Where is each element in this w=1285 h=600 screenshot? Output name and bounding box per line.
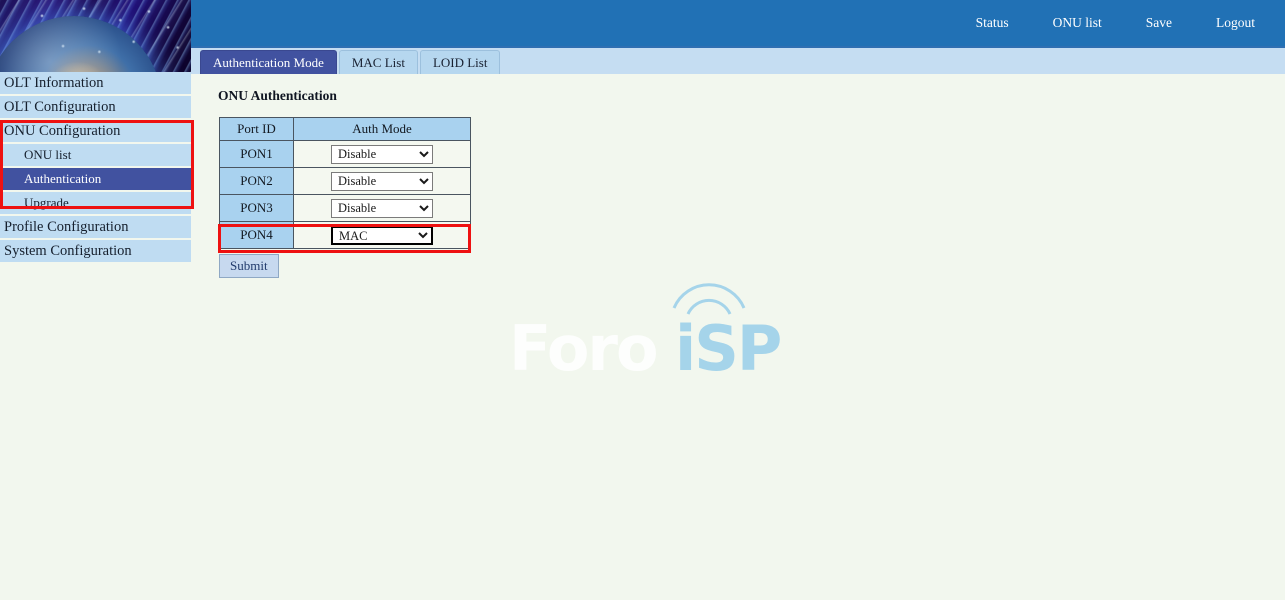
content-area: Authentication Mode MAC List LOID List F… — [191, 46, 1285, 600]
cell-port-pon3: PON3 — [220, 195, 294, 222]
watermark-text-isp: iSP — [675, 312, 780, 385]
nav-save[interactable]: Save — [1136, 15, 1182, 31]
page-title: ONU Authentication — [218, 88, 1285, 104]
table-row: PON1 Disable — [220, 141, 471, 168]
submit-button[interactable]: Submit — [219, 254, 279, 278]
sidebar-item-system-configuration[interactable]: System Configuration — [0, 240, 191, 262]
sidebar-item-profile-configuration[interactable]: Profile Configuration — [0, 216, 191, 238]
nav-onu-list[interactable]: ONU list — [1043, 15, 1112, 31]
sidebar-item-onu-configuration[interactable]: ONU Configuration — [0, 120, 191, 142]
sidebar-item-onu-list[interactable]: ONU list — [0, 144, 191, 166]
tab-loid-list[interactable]: LOID List — [420, 50, 501, 74]
authentication-panel: Foro iSP ONU Authentication Port ID Auth… — [191, 74, 1285, 278]
brand-banner-image — [0, 0, 191, 72]
table-row: PON4 MAC — [220, 222, 471, 249]
foroisp-watermark: Foro iSP — [509, 274, 789, 384]
cell-port-pon4: PON4 — [220, 222, 294, 249]
wifi-arcs-icon — [664, 274, 754, 324]
table-row: PON2 Disable — [220, 168, 471, 195]
cell-mode-pon3: Disable — [294, 195, 471, 222]
cell-port-pon1: PON1 — [220, 141, 294, 168]
sidebar-item-olt-configuration[interactable]: OLT Configuration — [0, 96, 191, 118]
sidebar-item-authentication[interactable]: Authentication — [0, 168, 191, 190]
auth-mode-table: Port ID Auth Mode PON1 Disable — [219, 117, 471, 249]
tab-authentication-mode[interactable]: Authentication Mode — [200, 50, 337, 74]
cell-mode-pon4: MAC — [294, 222, 471, 249]
table-row: PON3 Disable — [220, 195, 471, 222]
top-header-bar: Status ONU list Save Logout — [191, 0, 1285, 46]
cell-mode-pon1: Disable — [294, 141, 471, 168]
column-header-port-id: Port ID — [220, 118, 294, 141]
auth-mode-select-pon4[interactable]: MAC — [331, 226, 433, 245]
auth-mode-select-pon3[interactable]: Disable — [331, 199, 433, 218]
tab-bar: Authentication Mode MAC List LOID List — [191, 46, 1285, 74]
nav-logout[interactable]: Logout — [1206, 15, 1265, 31]
cell-port-pon2: PON2 — [220, 168, 294, 195]
table-header-row: Port ID Auth Mode — [220, 118, 471, 141]
auth-mode-select-pon1[interactable]: Disable — [331, 145, 433, 164]
watermark-text-foro: Foro — [509, 312, 657, 385]
cell-mode-pon2: Disable — [294, 168, 471, 195]
sidebar-menu: OLT Information OLT Configuration ONU Co… — [0, 72, 191, 600]
auth-mode-select-pon2[interactable]: Disable — [331, 172, 433, 191]
nav-status[interactable]: Status — [966, 15, 1019, 31]
column-header-auth-mode: Auth Mode — [294, 118, 471, 141]
page-root: Status ONU list Save Logout OLT Informat… — [0, 0, 1285, 600]
sidebar-item-upgrade[interactable]: Upgrade — [0, 192, 191, 214]
top-navigation: Status ONU list Save Logout — [966, 0, 1285, 46]
sidebar-item-olt-information[interactable]: OLT Information — [0, 72, 191, 94]
banner-light-dots — [0, 0, 191, 72]
tab-mac-list[interactable]: MAC List — [339, 50, 418, 74]
